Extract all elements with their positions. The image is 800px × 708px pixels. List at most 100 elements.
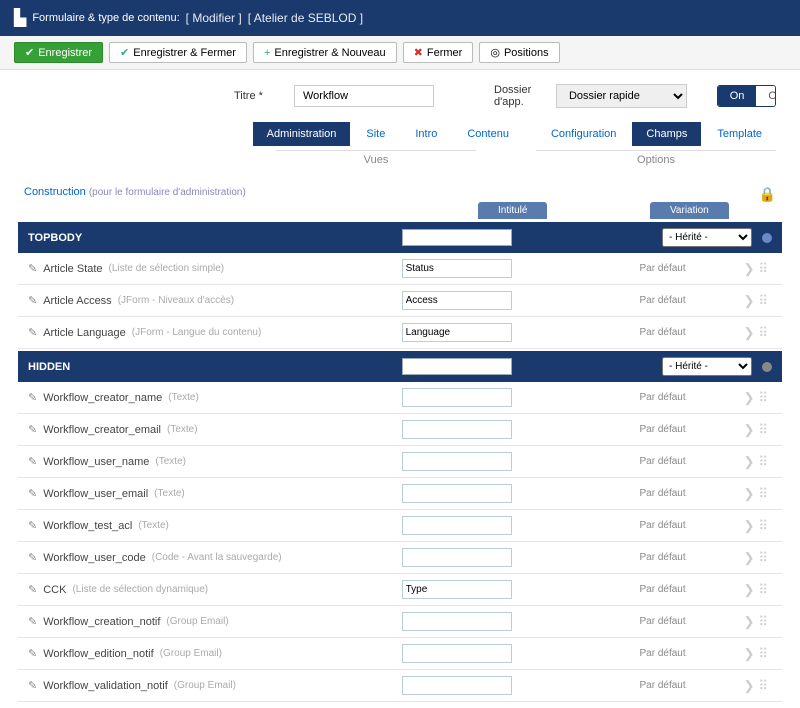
edit-icon[interactable]: ✎	[28, 519, 37, 532]
section-hidden: HIDDEN - Hérité -	[18, 351, 782, 382]
row-actions[interactable]: ❯⠿	[744, 325, 772, 341]
field-intitule-input[interactable]	[402, 420, 512, 439]
field-intitule-input[interactable]	[402, 323, 512, 342]
subtab-options: Options	[536, 150, 776, 166]
edit-icon[interactable]: ✎	[28, 391, 37, 404]
edit-icon[interactable]: ✎	[28, 423, 37, 436]
close-button[interactable]: ✖Fermer	[403, 42, 474, 63]
off-option[interactable]: Off	[756, 86, 776, 106]
field-row: ✎Workflow_test_acl(Texte)Par défaut❯⠿	[18, 510, 782, 542]
field-intitule-input[interactable]	[402, 612, 512, 631]
field-intitule-input[interactable]	[402, 676, 512, 695]
edit-icon[interactable]: ✎	[28, 294, 37, 307]
on-option[interactable]: On	[718, 86, 757, 106]
field-row: ✎Workflow_creator_email(Texte)Par défaut…	[18, 414, 782, 446]
field-type: (Liste de sélection simple)	[109, 263, 225, 274]
close-icon: ✖	[414, 46, 423, 59]
field-variation: Par défaut	[618, 392, 708, 403]
field-name: Workflow_validation_notif	[43, 680, 168, 692]
dossier-select[interactable]: Dossier rapide	[556, 84, 687, 108]
tab-administration[interactable]: Administration	[253, 122, 351, 146]
field-intitule-input[interactable]	[402, 259, 512, 278]
tab-intro[interactable]: Intro	[401, 122, 451, 146]
tab-contenu[interactable]: Contenu	[453, 122, 523, 146]
save-button[interactable]: ✔Enregistrer	[14, 42, 103, 63]
field-name: Workflow_creator_name	[43, 392, 162, 404]
field-type: (Liste de sélection dynamique)	[72, 584, 208, 595]
field-variation: Par défaut	[618, 648, 708, 659]
plus-icon: +	[264, 47, 270, 59]
field-type: (Texte)	[138, 520, 169, 531]
tab-template[interactable]: Template	[703, 122, 776, 146]
field-intitule-input[interactable]	[402, 644, 512, 663]
field-type: (Group Email)	[160, 648, 222, 659]
field-intitule-input[interactable]	[402, 388, 512, 407]
field-intitule-input[interactable]	[402, 484, 512, 503]
row-actions[interactable]: ❯⠿	[744, 582, 772, 598]
row-actions[interactable]: ❯⠿	[744, 390, 772, 406]
section-name: HIDDEN	[28, 361, 402, 373]
edit-icon[interactable]: ✎	[28, 551, 37, 564]
toolbar: ✔Enregistrer ✔Enregistrer & Fermer +Enre…	[0, 36, 800, 70]
field-row: ✎ Workflow_edition_notif (Group Email) Par …	[18, 638, 782, 670]
field-variation: Par défaut	[618, 680, 708, 691]
edit-icon[interactable]: ✎	[28, 487, 37, 500]
field-name: Workflow_creation_notif	[43, 616, 160, 628]
field-variation: Par défaut	[618, 552, 708, 563]
row-actions[interactable]: ❯⠿	[744, 678, 772, 694]
tab-site[interactable]: Site	[352, 122, 399, 146]
edit-icon[interactable]: ✎	[28, 679, 37, 692]
remove-icon[interactable]	[762, 362, 772, 372]
section-intitule-input[interactable]	[402, 229, 512, 246]
field-variation: Par défaut	[618, 327, 708, 338]
subtabs-row: Vues Options	[0, 146, 800, 176]
field-row: ✎ Article State (Liste de sélection simple…	[18, 253, 782, 285]
field-intitule-input[interactable]	[402, 548, 512, 567]
field-name: Workflow_edition_notif	[43, 648, 153, 660]
construction-panel: Construction (pour le formulaire d'admin…	[18, 182, 782, 702]
construction-label[interactable]: Construction	[24, 186, 86, 198]
edit-icon[interactable]: ✎	[28, 262, 37, 275]
row-actions[interactable]: ❯⠿	[744, 454, 772, 470]
edit-icon[interactable]: ✎	[28, 615, 37, 628]
field-name: Workflow_test_acl	[43, 520, 132, 532]
logo-icon: ▙	[14, 8, 26, 28]
field-row: ✎Workflow_validation_notif(Group Email)P…	[18, 670, 782, 702]
subtab-vues: Vues	[276, 150, 476, 166]
row-actions[interactable]: ❯⠿	[744, 293, 772, 309]
row-actions[interactable]: ❯⠿	[744, 614, 772, 630]
row-actions[interactable]: ❯⠿	[744, 261, 772, 277]
section-intitule-input[interactable]	[402, 358, 512, 375]
add-icon[interactable]	[762, 233, 772, 243]
positions-button[interactable]: ◎Positions	[479, 42, 559, 63]
field-intitule-input[interactable]	[402, 291, 512, 310]
section-variation-select[interactable]: - Hérité -	[662, 228, 752, 247]
save-close-button[interactable]: ✔Enregistrer & Fermer	[109, 42, 247, 63]
row-actions[interactable]: ❯⠿	[744, 518, 772, 534]
titre-input[interactable]	[294, 85, 434, 107]
row-actions[interactable]: ❯⠿	[744, 550, 772, 566]
titre-label: Titre *	[234, 90, 284, 102]
section-name: TOPBODY	[28, 232, 402, 244]
field-intitule-input[interactable]	[402, 580, 512, 599]
onoff-toggle[interactable]: On Off	[717, 85, 776, 107]
edit-icon[interactable]: ✎	[28, 647, 37, 660]
title-sub1: [ Modifier ]	[186, 11, 242, 25]
edit-icon[interactable]: ✎	[28, 326, 37, 339]
edit-icon[interactable]: ✎	[28, 583, 37, 596]
row-actions[interactable]: ❯⠿	[744, 646, 772, 662]
construction-hint: (pour le formulaire d'administration)	[89, 187, 246, 198]
field-variation: Par défaut	[618, 584, 708, 595]
row-actions[interactable]: ❯⠿	[744, 486, 772, 502]
section-variation-select[interactable]: - Hérité -	[662, 357, 752, 376]
tab-configuration[interactable]: Configuration	[537, 122, 630, 146]
field-name: Article State	[43, 263, 102, 275]
lock-icon[interactable]: 🔒	[759, 186, 776, 203]
field-intitule-input[interactable]	[402, 452, 512, 471]
field-row: ✎Article Language(JForm - Langue du cont…	[18, 317, 782, 349]
tab-champs[interactable]: Champs	[632, 122, 701, 146]
row-actions[interactable]: ❯⠿	[744, 422, 772, 438]
save-new-button[interactable]: +Enregistrer & Nouveau	[253, 42, 397, 63]
field-intitule-input[interactable]	[402, 516, 512, 535]
edit-icon[interactable]: ✎	[28, 455, 37, 468]
